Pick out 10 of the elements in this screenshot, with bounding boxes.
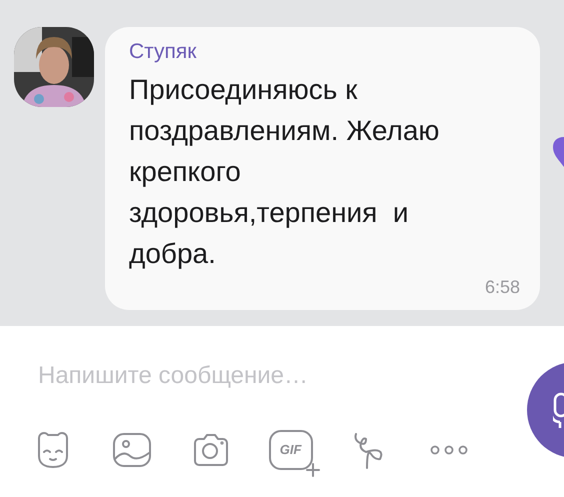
- image-icon: [111, 431, 154, 469]
- more-icon: [428, 444, 469, 456]
- message-text: Присоединяюсь к поздравлениям. Желаю крепкого здоровья,терпения и добра.: [129, 73, 440, 271]
- microphone-icon: [553, 390, 564, 430]
- message-time: 6:58: [484, 276, 520, 299]
- message-field[interactable]: Напишите сообщение…: [38, 358, 478, 394]
- author-name: Ступяк: [129, 39, 198, 65]
- reaction-icon: [553, 137, 564, 167]
- plus-icon: [304, 462, 321, 478]
- gif-button[interactable]: GIF: [268, 430, 313, 470]
